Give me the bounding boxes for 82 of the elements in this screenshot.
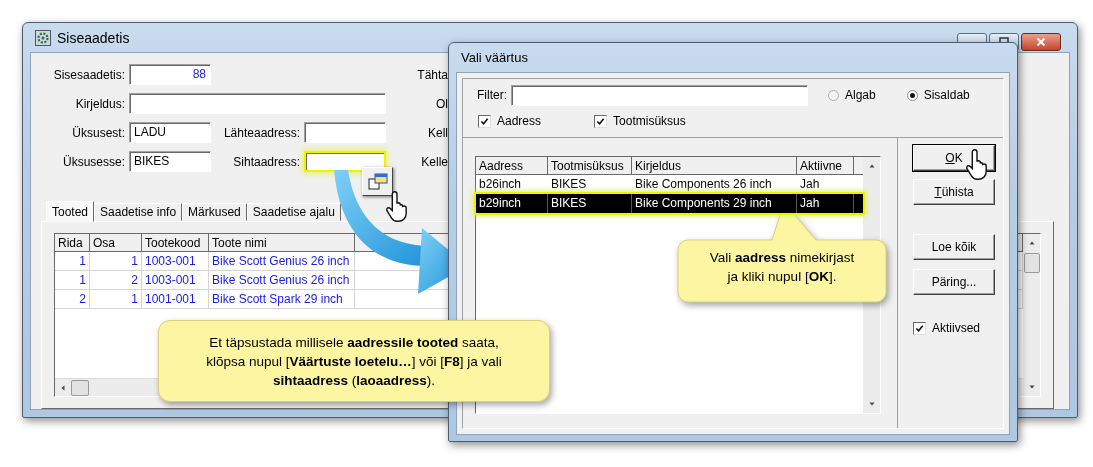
- scroll-up-icon[interactable]: [867, 162, 876, 170]
- input-field[interactable]: 88: [129, 64, 211, 85]
- column-header[interactable]: Aktiivne: [797, 157, 854, 174]
- scrollbar[interactable]: [1023, 234, 1040, 396]
- column-header[interactable]: Osa: [90, 234, 142, 251]
- window-title: Siseaadetis: [57, 29, 130, 46]
- field-label: Lähteaadress:: [223, 125, 301, 140]
- field-label: Sihtaadress:: [233, 154, 301, 169]
- checkbox-label: Tootmisüksus: [613, 114, 686, 128]
- table-cell: Bike Scott Genius 26 inch: [209, 271, 355, 289]
- table-cell: Bike Components 29 inch: [632, 194, 797, 213]
- close-button[interactable]: [1021, 33, 1061, 51]
- table-cell: b29inch: [476, 194, 548, 213]
- radio-label: Algab: [845, 88, 876, 102]
- field-label: Üksusesse:: [62, 154, 126, 169]
- hand-cursor-icon: [964, 148, 990, 181]
- scroll-up-icon[interactable]: [1027, 239, 1036, 247]
- column-header[interactable]: Toote nimi: [209, 234, 355, 251]
- table-row[interactable]: b26inch BIKES Bike Components 26 inch Jah: [476, 175, 863, 194]
- checkbox-label: Aktiivsed: [932, 321, 981, 335]
- checkbox[interactable]: [594, 114, 608, 128]
- tab[interactable]: Tooted: [46, 201, 95, 222]
- table-cell: 1001-001: [142, 290, 209, 308]
- dialog-button[interactable]: Tühista: [913, 179, 995, 205]
- column-header[interactable]: Tootekood: [142, 234, 209, 251]
- field-label: Kelle: [421, 154, 448, 169]
- field-label: Üksusest:: [72, 125, 126, 140]
- table-cell: 1: [55, 271, 90, 289]
- scroll-left-icon[interactable]: [59, 383, 67, 392]
- radio-label: Sisaldab: [923, 88, 970, 102]
- input-field[interactable]: [129, 93, 386, 114]
- lookup-button[interactable]: [362, 167, 393, 196]
- table-cell: BIKES: [548, 194, 632, 213]
- checkbox[interactable]: [478, 114, 491, 128]
- field-label: Sisesaadetis:: [53, 67, 126, 82]
- dialog-button[interactable]: Loe kõik: [913, 234, 995, 260]
- column-header[interactable]: Kirjeldus: [632, 157, 797, 174]
- checkbox-label: Aadress: [497, 114, 542, 128]
- input-field[interactable]: LADU: [129, 122, 211, 143]
- table-cell: Bike Scott Spark 29 inch: [209, 290, 355, 308]
- scroll-thumb[interactable]: [71, 379, 89, 396]
- windows-icon: [367, 172, 388, 191]
- filter-field[interactable]: [511, 84, 808, 106]
- table-cell: 1003-001: [142, 271, 209, 289]
- table-cell: 2: [55, 290, 90, 308]
- dialog-title: Vali väärtus: [461, 50, 528, 65]
- table-cell: 2: [90, 271, 142, 289]
- field-label: Filter:: [477, 88, 507, 102]
- column-header[interactable]: Rida: [55, 234, 90, 251]
- table-cell: 1: [55, 252, 90, 270]
- field-label: Ol: [436, 96, 448, 111]
- radio-button[interactable]: [906, 89, 918, 101]
- table-cell: 1: [90, 290, 142, 308]
- table-cell: Jah: [797, 194, 854, 213]
- field-label: Tähta: [417, 67, 448, 82]
- tab[interactable]: Saadetise ajalu: [246, 203, 341, 221]
- field-label: Kirjeldus:: [75, 96, 126, 111]
- scroll-down-icon[interactable]: [867, 400, 876, 408]
- field-label: Kell: [428, 125, 448, 140]
- table-cell: 1003-001: [142, 252, 209, 270]
- app-icon: [35, 29, 51, 46]
- table-cell-text: b26inch: [478, 176, 523, 193]
- table-cell-text: BIKES: [550, 176, 588, 193]
- scroll-down-icon[interactable]: [1027, 383, 1036, 391]
- table-cell-text: Jah: [799, 176, 821, 193]
- column-header[interactable]: Aadress: [476, 157, 548, 174]
- tab[interactable]: Saadetise info: [94, 203, 183, 221]
- table-cell-text: Bike Components 26 inch: [634, 176, 773, 193]
- scroll-thumb[interactable]: [1023, 253, 1040, 273]
- dialog-button[interactable]: Päring...: [913, 269, 995, 295]
- tooltip-text: Vali aadress nimekirjast ja kliki nupul [OK].: [708, 249, 856, 286]
- radio-button[interactable]: [828, 89, 839, 101]
- close-icon: [1036, 37, 1046, 47]
- table-cell: 1: [90, 252, 142, 270]
- input-field[interactable]: [304, 122, 386, 143]
- checkbox[interactable]: [913, 321, 926, 335]
- table-row[interactable]: b29inch BIKES Bike Components 29 inch Jah: [476, 194, 863, 213]
- table-cell: Bike Scott Genius 26 inch: [209, 252, 355, 270]
- hint-tooltip: Et täpsustada millisele aadressile tooted saata, klõpsa nupul [Väärtuste loetelu…] või [F8] ja vali sihtaadress (laoaadress).: [158, 320, 550, 402]
- tab[interactable]: Märkused: [182, 203, 247, 221]
- column-header[interactable]: Tootmisüksus: [548, 157, 632, 174]
- input-field[interactable]: BIKES: [129, 151, 211, 172]
